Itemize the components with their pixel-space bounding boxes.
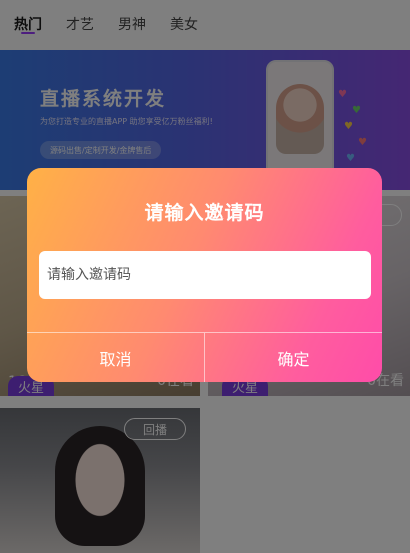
- dialog-title: 请输入邀请码: [144, 202, 265, 224]
- invite-code-dialog: 请输入邀请码 取消 确定: [27, 168, 382, 382]
- confirm-button[interactable]: 确定: [205, 333, 382, 382]
- invite-code-input[interactable]: [39, 251, 371, 299]
- cancel-button[interactable]: 取消: [27, 333, 204, 382]
